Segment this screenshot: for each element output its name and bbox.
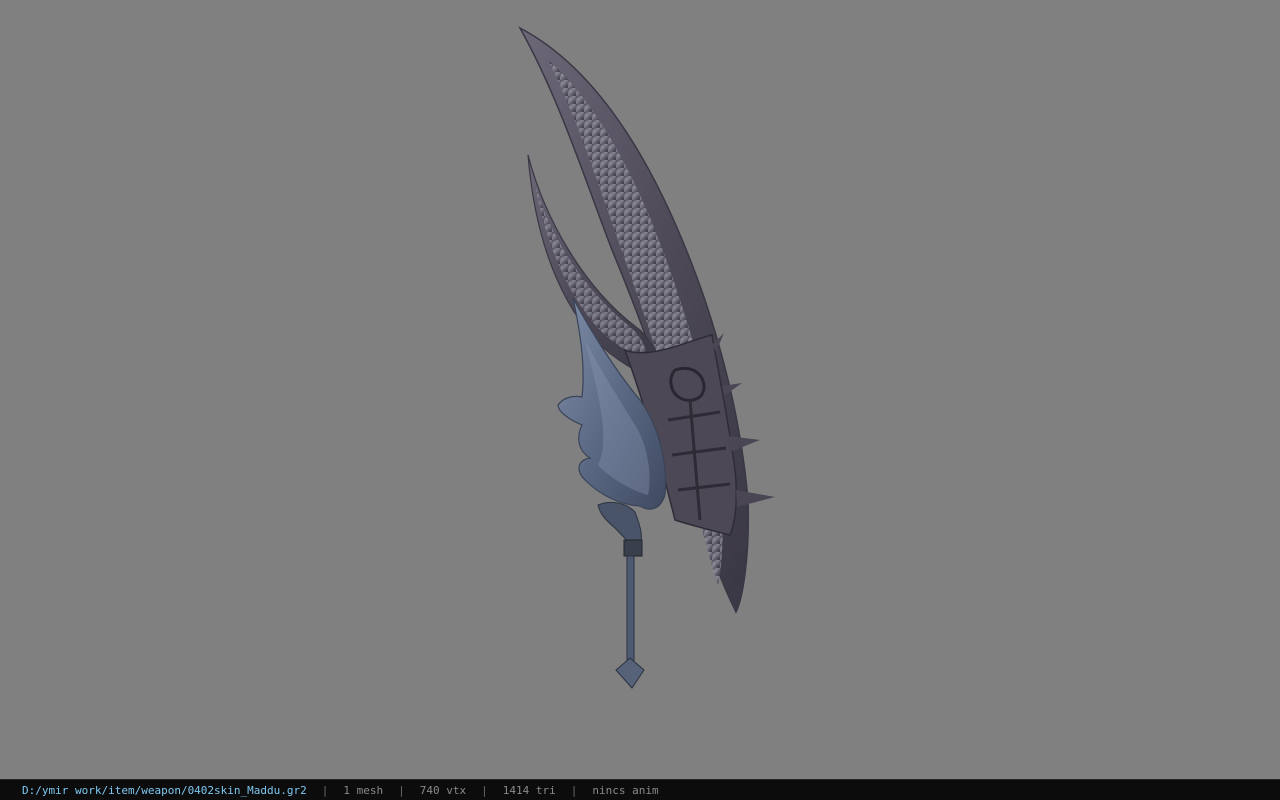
weapon-model-render[interactable] bbox=[0, 0, 1280, 779]
status-triangle-count: 1414 tri bbox=[502, 783, 556, 797]
status-mesh-count: 1 mesh bbox=[343, 783, 384, 797]
status-anim: nincs anim bbox=[592, 783, 659, 797]
spike-3 bbox=[728, 436, 760, 452]
status-separator: | bbox=[570, 783, 578, 797]
3d-viewport[interactable] bbox=[0, 0, 1280, 779]
handle-pommel bbox=[615, 657, 645, 689]
status-separator: | bbox=[321, 783, 329, 797]
handle-collar bbox=[623, 539, 643, 557]
status-bar: D:/ymir work/item/weapon/0402skin_Maddu.… bbox=[0, 779, 1280, 800]
status-separator: | bbox=[481, 783, 488, 797]
status-file-path: D:/ymir work/item/weapon/0402skin_Maddu.… bbox=[22, 783, 307, 797]
handle-shaft bbox=[626, 555, 635, 665]
status-separator: | bbox=[398, 783, 405, 797]
status-vertex-count: 740 vtx bbox=[419, 783, 467, 797]
spike-4 bbox=[736, 490, 775, 507]
